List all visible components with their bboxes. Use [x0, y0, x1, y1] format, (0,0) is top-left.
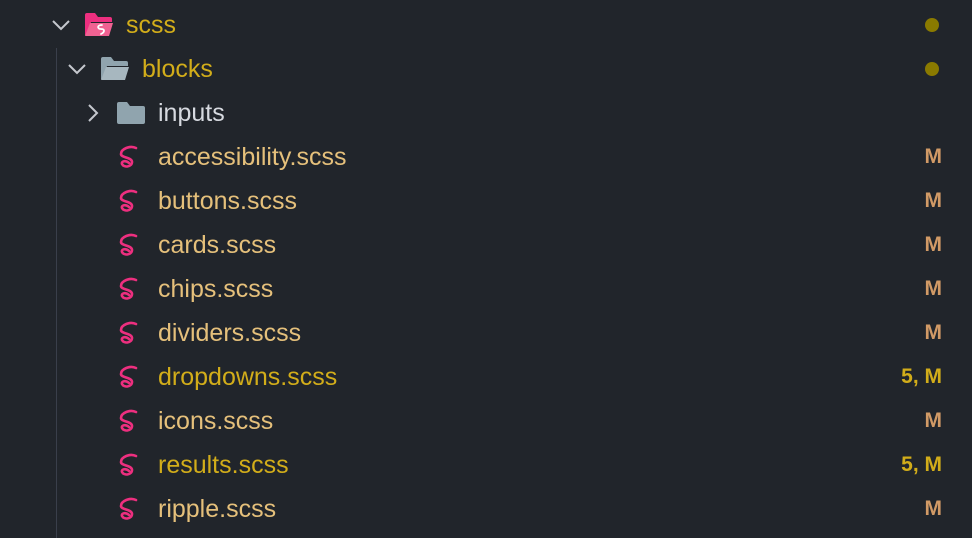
chevron-down-icon[interactable] [66, 58, 88, 80]
git-status-badge: M [924, 145, 943, 168]
file-item[interactable]: chips.scss M [0, 267, 972, 311]
git-status-badge: M [924, 233, 943, 256]
file-label: accessibility.scss [158, 143, 347, 171]
sass-file-icon [119, 321, 138, 344]
sass-file-icon [119, 277, 138, 300]
chevron-down-icon[interactable] [50, 14, 72, 36]
sass-file-icon [119, 145, 138, 168]
sass-folder-open-icon [85, 13, 113, 36]
git-status-badge: 5, M [901, 453, 942, 476]
git-status-badge: 5, M [901, 365, 942, 388]
sass-file-icon [119, 453, 138, 476]
file-label: buttons.scss [158, 187, 297, 215]
file-item[interactable]: icons.scss M [0, 399, 972, 443]
file-explorer-tree: scss blocks inputs accessibility.scss Mbu… [0, 0, 972, 538]
chevron-right-icon[interactable] [82, 102, 104, 124]
git-status-badge: M [924, 409, 943, 432]
file-label: ripple.scss [158, 495, 277, 523]
file-label: chips.scss [158, 275, 274, 303]
file-item[interactable]: buttons.scss M [0, 179, 972, 223]
file-item[interactable]: ripple.scss M [0, 487, 972, 531]
file-label: results.scss [158, 451, 289, 479]
sass-file-icon [119, 497, 138, 520]
git-status-badge: M [924, 497, 943, 520]
file-label: dividers.scss [158, 319, 302, 347]
file-item[interactable]: cards.scss M [0, 223, 972, 267]
folder-label: blocks [142, 55, 213, 83]
file-item[interactable]: dividers.scss M [0, 311, 972, 355]
git-status-badge: M [924, 189, 943, 212]
folder-icon [117, 102, 145, 124]
changes-dot [925, 18, 939, 32]
tree-item-scss[interactable]: scss [0, 3, 972, 47]
sass-file-icon [119, 409, 138, 432]
file-label: icons.scss [158, 407, 274, 435]
folder-label: scss [126, 11, 176, 39]
file-label: dropdowns.scss [158, 363, 338, 391]
sass-file-icon [119, 189, 138, 212]
git-status-badge: M [924, 321, 943, 344]
sass-file-icon [119, 365, 138, 388]
file-item[interactable]: results.scss 5, M [0, 443, 972, 487]
folder-label: inputs [158, 99, 225, 127]
tree-item-blocks[interactable]: blocks [0, 47, 972, 91]
git-status-badge: M [924, 277, 943, 300]
folder-open-icon [101, 57, 129, 80]
sass-file-icon [119, 233, 138, 256]
tree-item-inputs[interactable]: inputs [0, 91, 972, 135]
changes-dot [925, 62, 939, 76]
file-item[interactable]: accessibility.scss M [0, 135, 972, 179]
file-item[interactable]: dropdowns.scss 5, M [0, 355, 972, 399]
file-label: cards.scss [158, 231, 277, 259]
